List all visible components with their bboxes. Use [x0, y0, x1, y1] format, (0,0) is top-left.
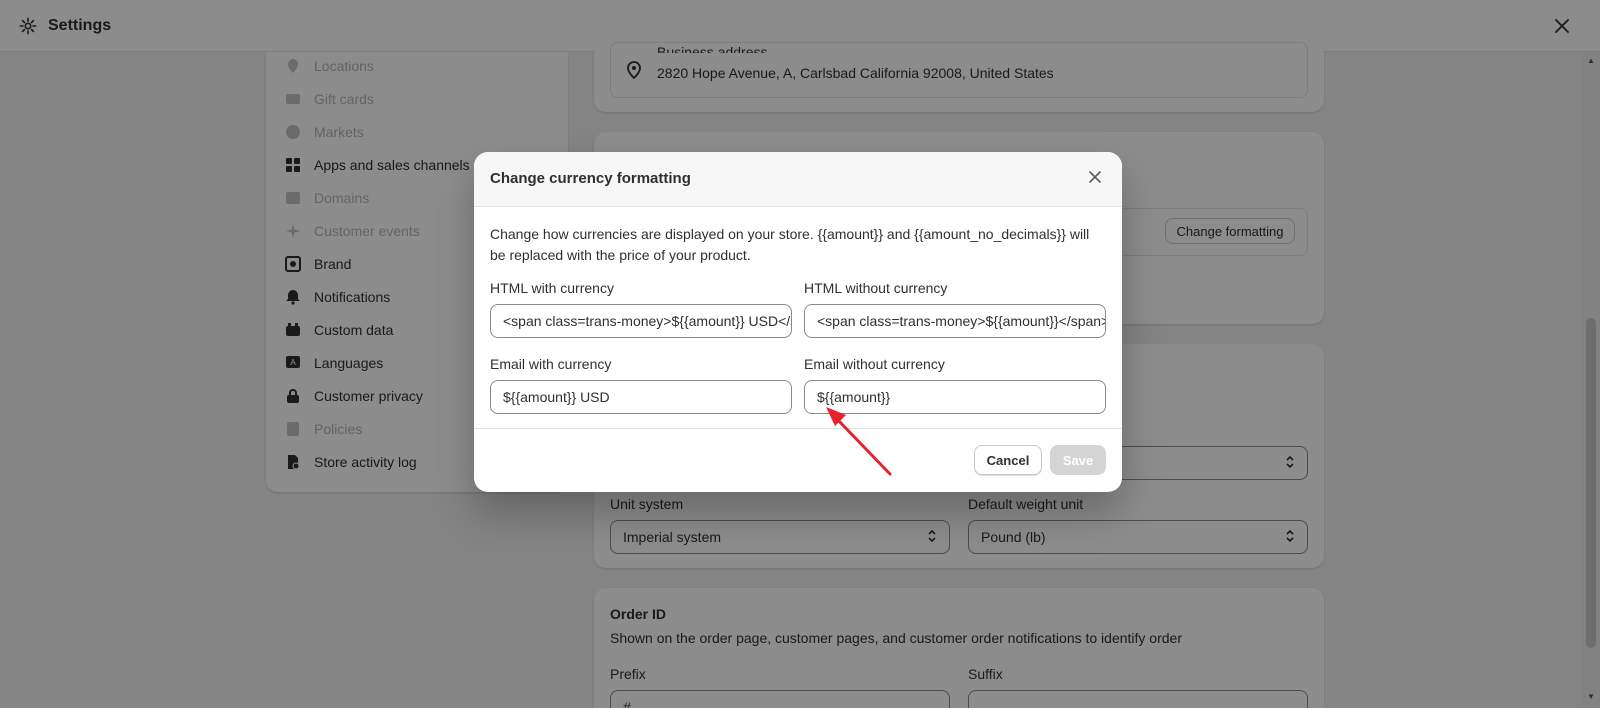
modal-description: Change how currencies are displayed on y…	[490, 226, 1090, 263]
email-with-currency-label: Email with currency	[490, 356, 612, 372]
email-without-currency-value: ${{amount}}	[817, 389, 891, 405]
html-with-currency-value: <span class=trans-money>${{amount}} USD<…	[503, 313, 791, 329]
save-button[interactable]: Save	[1050, 445, 1106, 475]
modal-close-button[interactable]	[1084, 168, 1106, 190]
html-with-currency-input[interactable]: <span class=trans-money>${{amount}} USD<…	[490, 304, 792, 338]
modal-header: Change currency formatting	[474, 152, 1122, 207]
currency-format-modal: Change currency formatting Change how cu…	[474, 152, 1122, 492]
cancel-button[interactable]: Cancel	[974, 445, 1042, 475]
modal-title: Change currency formatting	[490, 170, 691, 187]
modal-footer: Cancel Save	[474, 428, 1122, 492]
close-icon	[1089, 170, 1101, 188]
html-without-currency-label: HTML without currency	[804, 280, 948, 296]
email-with-currency-input[interactable]: ${{amount}} USD	[490, 380, 792, 414]
html-with-currency-label: HTML with currency	[490, 280, 614, 296]
email-without-currency-input[interactable]: ${{amount}}	[804, 380, 1106, 414]
html-without-currency-input[interactable]: <span class=trans-money>${{amount}}</spa…	[804, 304, 1106, 338]
email-with-currency-value: ${{amount}} USD	[503, 389, 610, 405]
email-without-currency-label: Email without currency	[804, 356, 945, 372]
html-without-currency-value: <span class=trans-money>${{amount}}</spa…	[817, 313, 1106, 329]
